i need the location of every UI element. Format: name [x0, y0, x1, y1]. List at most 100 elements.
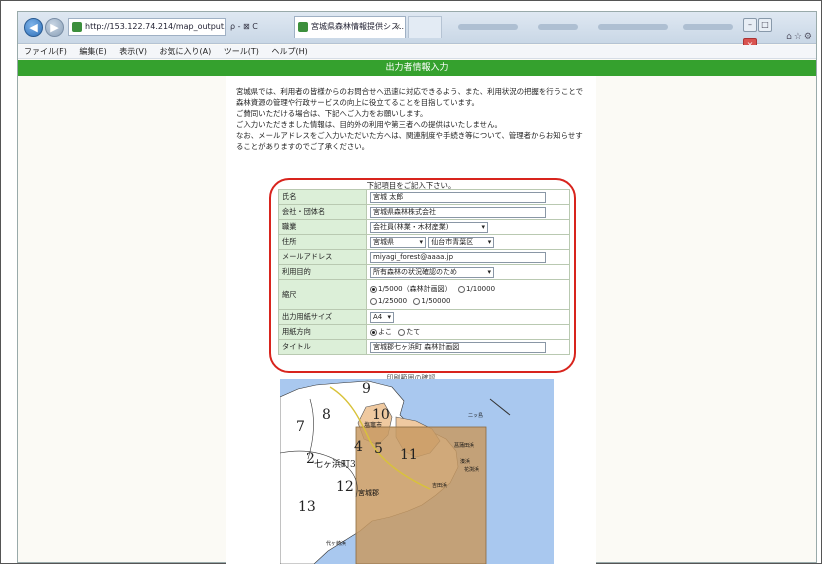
company-label: 会社・団体名	[278, 204, 367, 220]
tab-favicon-icon	[298, 22, 308, 32]
minimize-button[interactable]: –	[743, 18, 757, 32]
blurred-toolbar-segment	[458, 24, 518, 30]
browser-title-bar: ◀ ▶ http://153.122.74.214/map_output.php…	[18, 12, 816, 52]
map-place-label: 菖蒲田浜	[454, 442, 474, 449]
map-area-number: 13	[298, 499, 316, 515]
back-button[interactable]: ◀	[24, 18, 43, 37]
scale-option-label: 1/5000（森林計画図）	[378, 285, 452, 293]
occupation-label: 職業	[278, 219, 367, 235]
prefecture-select[interactable]: 宮城県	[370, 236, 426, 248]
scale-radio-25000[interactable]	[370, 297, 377, 305]
map-place-label: 代ヶ崎浜	[326, 540, 346, 547]
blurred-toolbar-segment	[538, 24, 578, 30]
scale-radio-10000[interactable]	[457, 285, 465, 293]
intro-line: 森林資源の管理や行政サービスの向上に役立てることを目指しています。	[236, 98, 479, 107]
intro-text: 宮城県では、利用者の皆様からのお問合せへ迅速に対応できるよう、また、利用状況の把…	[236, 86, 588, 152]
intro-line: ることがありますのでご了承ください。	[236, 142, 370, 151]
map-place-label: 宮城郡	[358, 488, 379, 497]
tab-close-icon[interactable]: ×	[394, 17, 401, 37]
new-tab-button[interactable]	[408, 16, 442, 38]
map-place-label: 塩竈市	[364, 421, 382, 429]
browser-right-tools[interactable]: ⌂☆⚙	[786, 32, 814, 42]
screenshot-frame: ◀ ▶ http://153.122.74.214/map_output.php…	[0, 0, 822, 564]
map-area-number: 9	[362, 381, 371, 397]
site-favicon-icon	[72, 22, 82, 32]
scale-label: 縮尺	[278, 279, 367, 310]
map-place-label: 花渕浜	[464, 466, 479, 473]
browser-window: ◀ ▶ http://153.122.74.214/map_output.php…	[17, 11, 817, 564]
form-row-title: タイトル 宮城郡七ヶ浜町 森林計画図	[278, 339, 570, 355]
title-input[interactable]: 宮城郡七ヶ浜町 森林計画図	[370, 341, 546, 353]
map-area-number: 11	[400, 447, 418, 463]
map-area-number: 12	[336, 479, 354, 495]
menu-tools[interactable]: ツール(T)	[224, 47, 259, 56]
map-area-number: 8	[322, 407, 331, 423]
intro-line: ご入力いただきました情報は、目的外の利用や第三者への提供はいたしません。	[236, 120, 502, 129]
blurred-toolbar-segment	[598, 24, 668, 30]
purpose-label: 利用目的	[278, 264, 367, 280]
address-bar[interactable]: http://153.122.74.214/map_output.php	[68, 18, 226, 36]
map-area-number: 3	[350, 460, 356, 470]
scale-option-label: 1/50000	[421, 297, 451, 305]
scale-radio-50000[interactable]	[413, 297, 421, 305]
intro-line: 宮城県では、利用者の皆様からのお問合せへ迅速に対応できるよう、また、利用状況の把…	[236, 87, 583, 96]
purpose-select[interactable]: 所有森林の状況確認のため	[370, 266, 494, 278]
form-row-purpose: 利用目的 所有森林の状況確認のため	[278, 264, 570, 280]
map-area-number: 4	[354, 439, 363, 455]
occupation-select[interactable]: 会社員(林業・木材産業)	[370, 221, 488, 233]
map-place-label: 吉田浜	[432, 482, 447, 489]
map-area-number: 10	[372, 407, 390, 423]
form-row-email: メールアドレス miyagi_forest@aaaa.jp	[278, 249, 570, 265]
address-tools[interactable]: ρ - ⊠ C	[230, 18, 288, 36]
map-place-label: 二ッ島	[468, 412, 483, 419]
orientation-label: 用紙方向	[278, 324, 367, 340]
menu-file[interactable]: ファイル(F)	[24, 47, 67, 56]
address-label: 住所	[278, 234, 367, 250]
company-input[interactable]: 宮城県森林株式会社	[370, 206, 546, 218]
map-place-label: 七ヶ浜町	[314, 459, 350, 470]
window-controls: –□×	[742, 12, 786, 52]
paper-size-select[interactable]: A4	[370, 311, 394, 323]
print-range-map[interactable]: 7 8 9 10 4 5 11 2 12 13 3 七ヶ浜町 塩竈市 宮城郡 菖…	[280, 379, 554, 564]
map-area-number: 7	[296, 419, 305, 435]
form-row-company: 会社・団体名 宮城県森林株式会社	[278, 204, 570, 220]
name-label: 氏名	[278, 189, 367, 205]
menu-bar: ファイル(F) 編集(E) 表示(V) お気に入り(A) ツール(T) ヘルプ(…	[18, 45, 816, 59]
form-row-occupation: 職業 会社員(林業・木材産業)	[278, 219, 570, 235]
page-content: 宮城県では、利用者の皆様からのお問合せへ迅速に対応できるよう、また、利用状況の把…	[226, 76, 596, 564]
browser-tab[interactable]: 宮城県森林情報提供シス... ×	[294, 16, 406, 38]
scale-radio-5000[interactable]	[370, 285, 377, 293]
orientation-radio-portrait[interactable]	[398, 328, 406, 336]
city-select[interactable]: 仙台市青葉区	[428, 236, 495, 248]
blurred-toolbar-segment	[683, 24, 733, 30]
paper-size-label: 出力用紙サイズ	[278, 309, 367, 325]
orientation-radio-landscape[interactable]	[370, 328, 377, 336]
orientation-option-label: たて	[406, 328, 421, 336]
intro-line: ご賛同いただける場合は、下記へご入力をお願いします。	[236, 109, 428, 118]
menu-view[interactable]: 表示(V)	[119, 47, 147, 56]
address-url: http://153.122.74.214/map_output.php	[85, 22, 226, 31]
intro-line: なお、メールアドレスをご入力いただいた方へは、関連制度や手続き等について、管理者…	[236, 131, 583, 140]
menu-favorites[interactable]: お気に入り(A)	[160, 47, 212, 56]
email-input[interactable]: miyagi_forest@aaaa.jp	[370, 251, 546, 263]
email-label: メールアドレス	[278, 249, 367, 265]
form-row-name: 氏名 宮城 太郎	[278, 189, 570, 205]
title-label: タイトル	[278, 339, 367, 355]
name-input[interactable]: 宮城 太郎	[370, 191, 546, 203]
page-header: 出力者情報入力	[18, 60, 816, 76]
form-row-scale: 縮尺 1/5000（森林計画図） 1/10000 1/25000 1/50000	[278, 279, 570, 310]
map-place-label: 湊浜	[460, 458, 470, 465]
scale-option-label: 1/10000	[465, 285, 496, 293]
map-area-number: 5	[374, 441, 383, 457]
forward-button[interactable]: ▶	[45, 18, 64, 37]
form-row-paper-size: 出力用紙サイズ A4	[278, 309, 570, 325]
form-row-address: 住所 宮城県 仙台市青葉区	[278, 234, 570, 250]
scale-option-label: 1/25000	[378, 297, 408, 305]
menu-help[interactable]: ヘルプ(H)	[271, 47, 307, 56]
tab-title: 宮城県森林情報提供シス...	[311, 22, 406, 31]
form-row-orientation: 用紙方向 よこ たて	[278, 324, 570, 340]
menu-edit[interactable]: 編集(E)	[79, 47, 106, 56]
user-info-form: 氏名 宮城 太郎 会社・団体名 宮城県森林株式会社 職業 会社員(林業・木材産業…	[278, 189, 570, 355]
maximize-button[interactable]: □	[758, 18, 772, 32]
orientation-option-label: よこ	[378, 328, 392, 336]
